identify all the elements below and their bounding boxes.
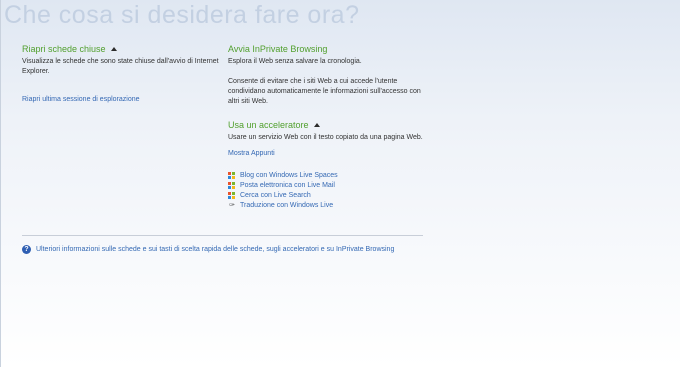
windows-live-icon [228,192,236,200]
windows-live-icon [228,182,236,190]
accelerator-heading-label[interactable]: Usa un acceleratore [228,119,309,131]
collapse-chevron-icon[interactable] [313,123,320,127]
inprivate-details: Consente di evitare che i siti Web a cui… [228,78,421,105]
translate-icon: ✑ [229,202,235,209]
divider [22,235,423,236]
accelerator-description: Usare un servizio Web con il testo copia… [228,134,423,141]
accelerator-item-mail[interactable]: Posta elettronica con Live Mail [228,181,428,191]
collapse-chevron-icon[interactable] [110,47,117,51]
reopen-heading-label[interactable]: Riapri schede chiuse [22,43,106,55]
reopen-section: Riapri schede chiuse Visualizza le sched… [22,43,222,105]
new-tab-page: Che cosa si desidera fare ora? Riapri sc… [0,0,680,367]
accelerator-list: Blog con Windows Live Spaces Posta elett… [228,171,428,211]
help-footer[interactable]: ? Ulteriori informazioni sulle schede e … [22,245,394,254]
inprivate-heading-label[interactable]: Avvia InPrivate Browsing [228,43,327,55]
accelerator-item-label[interactable]: Blog con Windows Live Spaces [240,171,338,181]
accelerator-item-translate[interactable]: ✑ Traduzione con Windows Live [228,201,428,211]
show-clipboard-link[interactable]: Mostra Appunti [228,149,428,159]
right-column: Avvia InPrivate Browsing Esplora il Web … [228,43,428,211]
inprivate-description: Esplora il Web senza salvare la cronolog… [228,58,362,65]
windows-live-icon [228,172,236,180]
accelerator-item-label[interactable]: Posta elettronica con Live Mail [240,181,335,191]
accelerator-item-label[interactable]: Traduzione con Windows Live [240,201,333,211]
accelerator-heading[interactable]: Usa un acceleratore [228,119,428,131]
accelerator-item-search[interactable]: Cerca con Live Search [228,191,428,201]
accelerator-item-blog[interactable]: Blog con Windows Live Spaces [228,171,428,181]
help-link[interactable]: Ulteriori informazioni sulle schede e su… [36,246,394,253]
reopen-description: Visualizza le schede che sono state chiu… [22,58,219,75]
accelerator-item-label[interactable]: Cerca con Live Search [240,191,311,201]
help-icon: ? [22,245,31,254]
reopen-heading[interactable]: Riapri schede chiuse [22,43,222,55]
reopen-last-session-link[interactable]: Riapri ultima sessione di esplorazione [22,95,222,105]
inprivate-heading[interactable]: Avvia InPrivate Browsing [228,43,428,55]
page-title: Che cosa si desidera fare ora? [4,1,360,29]
